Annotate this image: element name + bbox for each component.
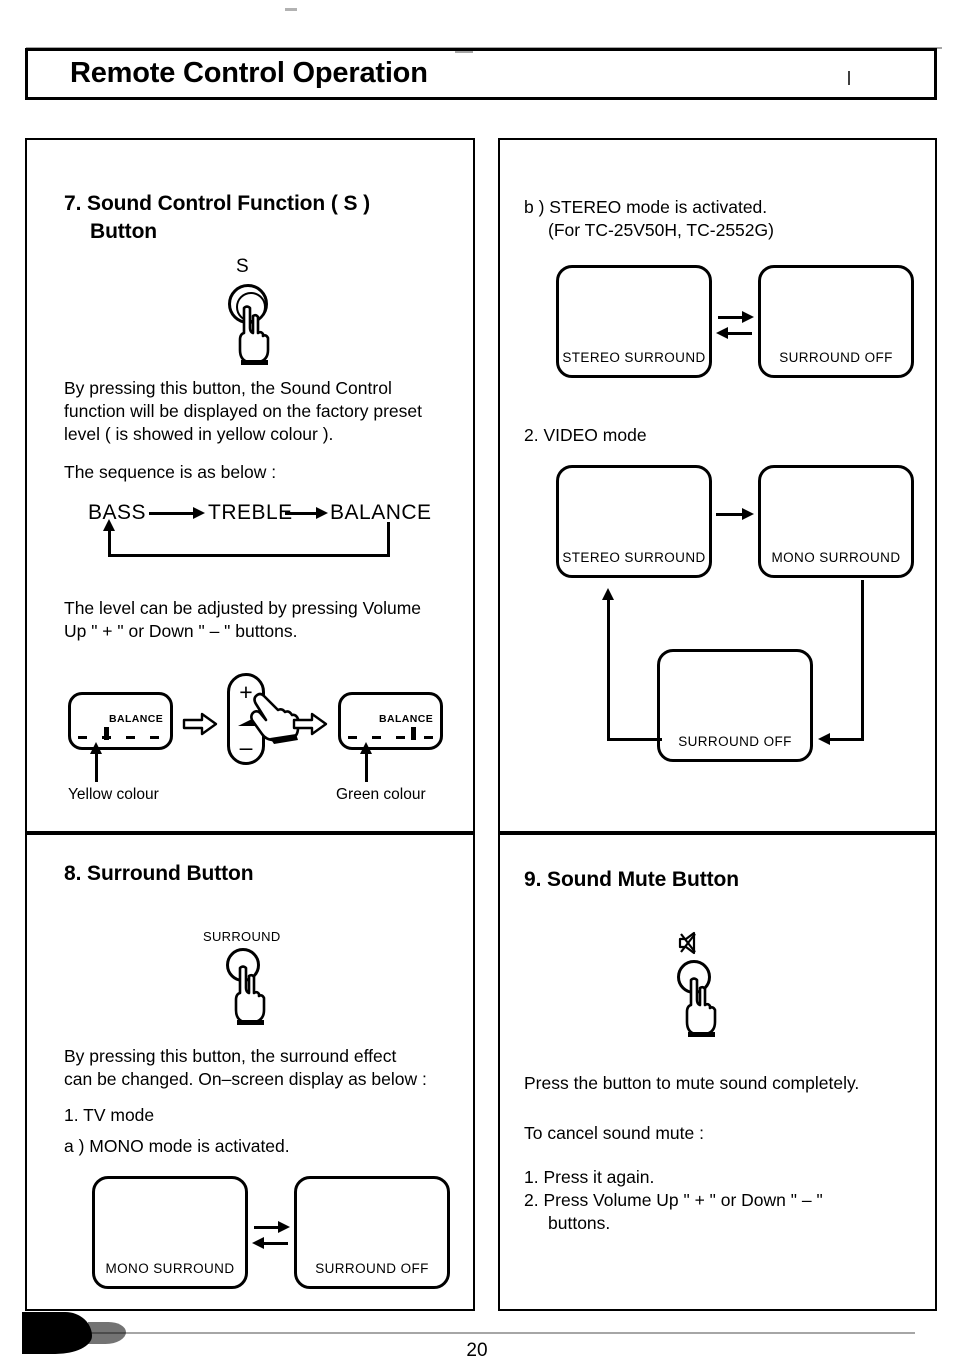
video-arrow-left-head (602, 588, 614, 600)
section-8-heading: 8. Surround Button (64, 862, 254, 885)
sequence-loop-arrow-head (103, 519, 115, 531)
flow-outline-arrow-1-icon (182, 712, 218, 736)
osd-video-mono-surround-label: MONO SURROUND (771, 550, 901, 565)
osd-surround-off: SURROUND OFF (758, 265, 914, 378)
callout-line-yellow (95, 750, 98, 782)
pointing-hand-icon (238, 305, 270, 365)
scan-artifact-smudge (455, 50, 473, 53)
section-9-item2-line1: 2. Press Volume Up " + " or Down " – " (524, 1190, 823, 1210)
sequence-item-balance: BALANCE (330, 501, 432, 524)
stereo-mode-line1: b ) STEREO mode is activated. (524, 197, 768, 217)
osd-surround-off-tv-label: SURROUND OFF (315, 1261, 429, 1276)
flow-outline-arrow-2-icon (292, 712, 328, 736)
section-8-paragraph-line2: can be changed. On–screen display as bel… (64, 1069, 427, 1089)
sequence-item-bass: BASS (88, 501, 147, 524)
sequence-arrow-1-head (193, 507, 205, 519)
sequence-loop-right-vline (387, 522, 390, 557)
video-mode-heading: 2. VIDEO mode (524, 425, 647, 445)
scan-artifact-top (285, 8, 297, 11)
osd-video-surround-off: SURROUND OFF (657, 649, 813, 762)
tv-mode-mono-line: a ) MONO mode is activated. (64, 1136, 290, 1156)
video-arrow-left-hline (607, 738, 662, 741)
osd-scale-dash (396, 736, 405, 739)
s-button-icon: S (228, 256, 298, 365)
surround-button-icon: SURROUND (203, 929, 293, 1025)
tv-mode-heading: 1. TV mode (64, 1105, 155, 1125)
section-9-paragraph2: To cancel sound mute : (524, 1123, 704, 1143)
mute-speaker-icon (678, 931, 696, 955)
sequence-arrow-1-line (149, 512, 195, 515)
mute-button-icon (672, 930, 752, 1037)
video-arrow-top-head (742, 508, 754, 520)
osd-scale-dash (348, 736, 357, 739)
osd-balance-after: BALANCE (338, 692, 443, 750)
sequence-arrow-2-head (316, 507, 328, 519)
osd-balance-cursor (411, 727, 416, 740)
section-7-paragraph2: The sequence is as below : (64, 462, 277, 482)
caption-yellow-colour: Yellow colour (68, 786, 159, 803)
section-8-paragraph-line1: By pressing this button, the surround ef… (64, 1046, 397, 1066)
osd-surround-off-tv: SURROUND OFF (294, 1176, 450, 1289)
osd-video-stereo-surround: STEREO SURROUND (556, 465, 712, 578)
section-7-heading-line2: Button (90, 220, 158, 243)
callout-line-green (365, 750, 368, 782)
callout-arrow-green (360, 742, 372, 754)
video-arrow-right-vline (861, 580, 864, 740)
osd-scale-dash (424, 736, 433, 739)
stereo-arrow-left-head (716, 327, 728, 339)
osd-video-mono-surround: MONO SURROUND (758, 465, 914, 578)
osd-scale-dash (78, 736, 87, 739)
surround-arrow-left-head (252, 1237, 264, 1249)
scan-artifact-baseline (25, 1332, 915, 1334)
section-7-paragraph3-line1: The level can be adjusted by pressing Vo… (64, 598, 422, 618)
section-9-paragraph1: Press the button to mute sound completel… (524, 1073, 860, 1093)
section-9-heading: 9. Sound Mute Button (524, 868, 739, 891)
osd-surround-off-label: SURROUND OFF (779, 350, 893, 365)
section-7-paragraph1-line1: By pressing this button, the Sound Contr… (64, 378, 392, 398)
section-7-heading-line1: 7. Sound Control Function ( S ) (64, 192, 371, 215)
osd-stereo-surround: STEREO SURROUND (556, 265, 712, 378)
osd-stereo-surround-label: STEREO SURROUND (562, 350, 706, 365)
surround-button-icon-label: SURROUND (203, 929, 281, 944)
callout-arrow-yellow (90, 742, 102, 754)
sequence-loop-bottom-hline (108, 554, 390, 557)
page-header-bar: Remote Control Operation (25, 47, 942, 100)
osd-mono-surround-label: MONO SURROUND (105, 1261, 235, 1276)
sequence-item-treble: TREBLE (208, 501, 293, 524)
pointing-hand-icon (685, 977, 717, 1037)
caption-green-colour: Green colour (336, 786, 426, 803)
osd-video-stereo-surround-label: STEREO SURROUND (562, 550, 706, 565)
sequence-arrow-2-line (285, 512, 318, 515)
stereo-arrow-left-line (724, 332, 752, 335)
page-title: Remote Control Operation (70, 57, 428, 89)
osd-balance-before-label: BALANCE (109, 713, 164, 725)
stereo-arrow-right-head (742, 311, 754, 323)
section-7-paragraph3-line2: Up " + " or Down " – " buttons. (64, 621, 298, 641)
s-button-icon-label: S (236, 256, 249, 277)
page-number: 20 (466, 1340, 488, 1361)
osd-scale-dash (372, 736, 381, 739)
osd-balance-after-label: BALANCE (379, 713, 434, 725)
osd-scale-dash (126, 736, 135, 739)
scan-artifact-speck (848, 71, 850, 85)
sequence-loop-left-vline (108, 530, 111, 557)
video-arrow-left-vline (607, 600, 610, 740)
section-7-paragraph1-line2: function will be displayed on the factor… (64, 401, 422, 421)
osd-balance-cursor (104, 727, 109, 740)
video-arrow-right-head (818, 733, 830, 745)
section-9-item1: 1. Press it again. (524, 1167, 655, 1187)
surround-arrow-left-line (260, 1242, 288, 1245)
video-arrow-right-hline (828, 738, 864, 741)
surround-arrow-right-head (278, 1221, 290, 1233)
section-7-paragraph1-line3: level ( is showed in yellow colour ). (64, 424, 334, 444)
pointing-hand-icon (234, 965, 266, 1025)
osd-video-surround-off-label: SURROUND OFF (678, 734, 792, 749)
section-9-item2-line2: buttons. (548, 1213, 611, 1233)
stereo-mode-line2: (For TC-25V50H, TC-2552G) (548, 220, 774, 240)
osd-mono-surround: MONO SURROUND (92, 1176, 248, 1289)
osd-scale-dash (150, 736, 159, 739)
osd-balance-before: BALANCE (68, 692, 173, 750)
